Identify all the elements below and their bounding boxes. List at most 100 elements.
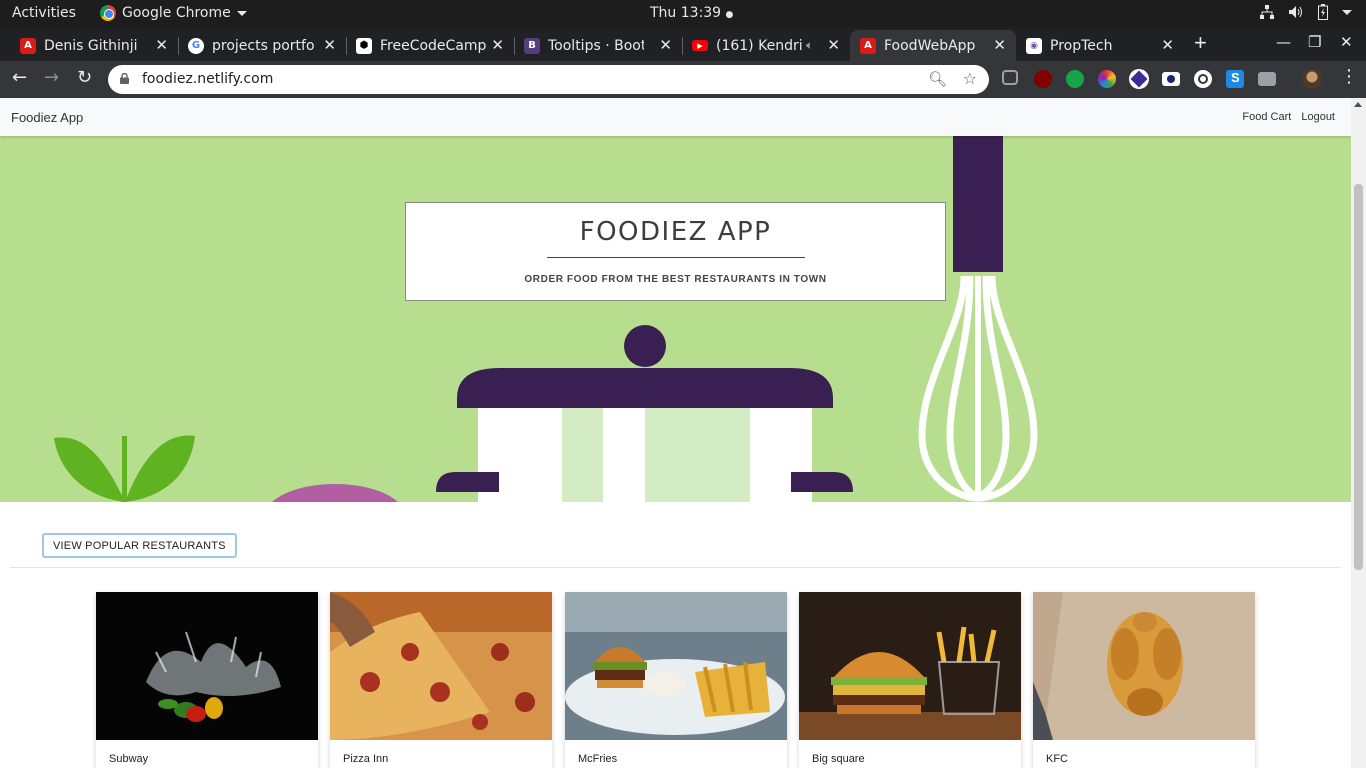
stack-extension-icon[interactable]: [1129, 69, 1149, 89]
restaurant-card-kfc[interactable]: KFC: [1033, 592, 1255, 768]
stylus-extension-icon[interactable]: S: [1226, 70, 1244, 88]
restaurant-card-subway[interactable]: Subway: [96, 592, 318, 768]
burger-and-fries-plate-photo: [565, 592, 787, 740]
section-divider: [10, 567, 1341, 568]
close-icon[interactable]: ✕: [659, 36, 672, 54]
clock-text: Thu 13:39: [650, 5, 722, 21]
tab-tooltips-bootstrap[interactable]: B Tooltips · Boots ✕: [514, 30, 682, 61]
close-icon[interactable]: ✕: [993, 36, 1006, 54]
logout-link[interactable]: Logout: [1301, 111, 1335, 123]
close-icon[interactable]: ✕: [155, 36, 168, 54]
system-clock[interactable]: Thu 13:39 ●: [650, 5, 733, 21]
back-arrow-icon[interactable]: ←: [12, 67, 27, 88]
app-menu-label: Google Chrome: [122, 5, 231, 21]
dark-reader-extension-icon[interactable]: [1066, 70, 1084, 88]
restaurant-name: Subway: [109, 753, 149, 765]
grammar-extension-icon[interactable]: [1194, 70, 1212, 88]
site-navbar: Foodiez App Food Cart Logout: [0, 98, 1351, 136]
chevron-down-icon: [236, 10, 247, 16]
angular-icon: A: [20, 37, 36, 54]
restaurant-name: KFC: [1046, 753, 1068, 765]
hero-subtitle: ORDER FOOD FROM THE BEST RESTAURANTS IN …: [524, 274, 827, 285]
restaurant-card-pizza-inn[interactable]: Pizza Inn: [330, 592, 552, 768]
activities-button[interactable]: Activities: [12, 5, 76, 21]
window-close-icon[interactable]: ✕: [1340, 33, 1353, 51]
scrollbar-thumb[interactable]: [1354, 184, 1363, 570]
forward-arrow-icon[interactable]: →: [44, 67, 59, 88]
maximize-icon[interactable]: ❐: [1308, 33, 1321, 51]
roast-chicken-photo: [1033, 592, 1255, 740]
bookmark-star-icon[interactable]: ☆: [963, 69, 977, 88]
address-bar[interactable]: foodiez.netlify.com 🔍︎ ☆: [108, 65, 989, 94]
restaurant-image: [330, 592, 552, 740]
scroll-up-arrow-icon[interactable]: [1354, 102, 1362, 107]
leaf-plant-icon: [54, 435, 195, 502]
new-tab-plus-icon[interactable]: +: [1194, 30, 1207, 56]
vegetables-splash-photo: [96, 592, 318, 740]
food-cart-link[interactable]: Food Cart: [1242, 111, 1291, 123]
view-popular-restaurants-button[interactable]: VIEW POPULAR RESTAURANTS: [42, 533, 237, 558]
restaurant-card-mcfries[interactable]: McFries: [565, 592, 787, 768]
onion-shape: [272, 484, 398, 502]
app-menu[interactable]: Google Chrome: [100, 5, 247, 21]
profile-avatar[interactable]: [1302, 69, 1322, 89]
minimize-icon[interactable]: —: [1276, 33, 1291, 51]
tab-projects-portfolio[interactable]: G projects portfo ✕: [178, 30, 346, 61]
chrome-icon: [100, 5, 116, 21]
hero-banner: FOODIEZ APP ORDER FOOD FROM THE BEST RES…: [0, 136, 1351, 502]
burger-on-board-photo: [799, 592, 1021, 740]
more-menu-icon[interactable]: ⋮: [1340, 66, 1358, 87]
tab-youtube[interactable]: ▶ (161) Kendri 🔈︎ ✕: [682, 30, 850, 61]
tab-title: PropTech: [1050, 37, 1113, 54]
color-picker-extension-icon[interactable]: [1098, 70, 1116, 88]
camera-extension-icon[interactable]: [1258, 72, 1276, 86]
ublock-extension-icon[interactable]: [1034, 70, 1052, 88]
volume-icon: [1289, 6, 1302, 18]
close-icon[interactable]: ✕: [323, 36, 336, 54]
pocket-extension-icon[interactable]: [1002, 70, 1018, 85]
tab-title: FoodWebApp: [884, 37, 976, 54]
reload-icon[interactable]: ↻: [77, 67, 92, 88]
bootstrap-icon: B: [524, 37, 540, 54]
hero-title-card: FOODIEZ APP ORDER FOOD FROM THE BEST RES…: [405, 202, 946, 301]
angular-icon: A: [860, 37, 876, 54]
navbar-brand[interactable]: Foodiez App: [11, 110, 83, 125]
tab-title: (161) Kendri: [716, 37, 803, 54]
tab-freecodecamp[interactable]: ⬢ FreeCodeCamp ✕: [346, 30, 514, 61]
restaurant-name: Pizza Inn: [343, 753, 389, 765]
close-icon[interactable]: ✕: [1161, 36, 1174, 54]
close-icon[interactable]: ✕: [491, 36, 504, 54]
tab-title: FreeCodeCamp: [380, 37, 487, 54]
battery-icon: [1318, 4, 1328, 20]
tab-title: projects portfo: [212, 37, 315, 54]
url-text: foodiez.netlify.com: [142, 71, 274, 87]
restaurant-image: [96, 592, 318, 740]
restaurant-name: McFries: [578, 753, 618, 765]
page-viewport: Foodiez App Food Cart Logout FOODIEZ APP…: [0, 98, 1351, 768]
screen-extension-icon[interactable]: [1162, 72, 1180, 86]
tab-denis-githinji[interactable]: A Denis Githinji ✕: [10, 30, 178, 61]
notification-dot-icon: ●: [725, 10, 734, 20]
tab-foodwebapp[interactable]: A FoodWebApp ✕: [850, 30, 1016, 61]
audio-playing-icon[interactable]: 🔈︎: [806, 38, 813, 53]
page-scrollbar[interactable]: [1351, 98, 1366, 768]
zoom-icon[interactable]: 🔍︎: [928, 70, 947, 88]
chevron-down-icon: [1342, 9, 1352, 15]
close-icon[interactable]: ✕: [827, 36, 840, 54]
proptech-icon: ◉: [1026, 37, 1042, 54]
browser-toolbar: ← → ↻ foodiez.netlify.com 🔍︎ ☆ S ⋮: [0, 61, 1366, 98]
network-icon: [1260, 5, 1274, 19]
restaurant-image: [799, 592, 1021, 740]
whisk-icon: [918, 136, 1038, 502]
tab-proptech[interactable]: ◉ PropTech ✕: [1016, 30, 1184, 61]
system-tray[interactable]: [1260, 4, 1352, 20]
tab-title: Tooltips · Boots: [548, 37, 644, 54]
restaurant-card-big-square[interactable]: Big square: [799, 592, 1021, 768]
title-underline: [546, 257, 805, 258]
restaurant-name: Big square: [812, 753, 865, 765]
tab-title: Denis Githinji: [44, 37, 138, 54]
tab-strip: A Denis Githinji ✕ G projects portfo ✕ ⬢…: [0, 27, 1366, 61]
freecodecamp-icon: ⬢: [356, 37, 372, 54]
pot-icon: [436, 325, 853, 502]
kitchen-illustration: [54, 136, 1038, 502]
